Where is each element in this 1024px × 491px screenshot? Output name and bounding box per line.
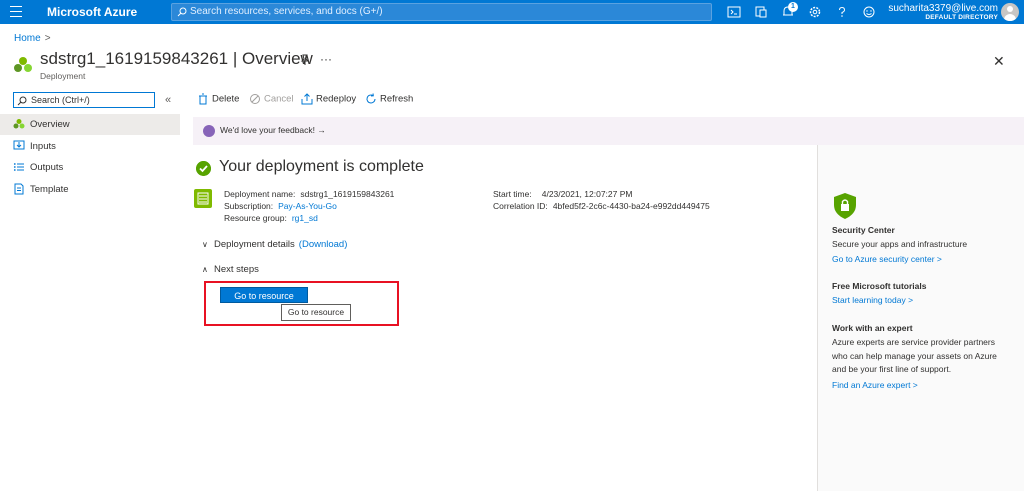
tooltip: Go to resource [281,304,351,321]
feedback-heart-icon [203,125,215,137]
security-center-title: Security Center [832,225,895,235]
user-email: sucharita3379@live.com [888,3,998,14]
sidebar-item-label: Template [30,184,69,195]
correlation-id-value: 4bfed5f2-2c6c-4430-ba24-e992dd449475 [552,201,710,211]
sidebar-item-label: Overview [30,119,70,130]
sidebar-item-template[interactable]: Template [0,179,180,200]
resource-group-link[interactable]: rg1_sd [292,213,318,223]
sidebar-item-overview[interactable]: Overview [0,114,180,135]
page-title: sdstrg1_1619159843261 | Overview [40,49,313,68]
expert-text: Azure experts are service provider partn… [832,337,997,374]
settings-icon[interactable] [808,5,822,19]
chevron-up-icon: ∧ [202,265,208,274]
start-time-row: Start time: 4/23/2021, 12:07:27 PM [493,189,632,199]
inputs-icon [13,140,25,150]
start-time-label: Start time: [493,189,532,199]
deployment-name-value: sdstrg1_1619159843261 [300,189,395,199]
sidebar-search-input[interactable]: Search (Ctrl+/) [13,92,155,108]
resource-group-label: Resource group: [224,213,287,223]
search-placeholder: Search resources, services, and docs (G+… [190,6,383,17]
trash-icon [199,93,207,105]
security-center-link[interactable]: Go to Azure security center > [832,254,942,264]
delete-label: Delete [212,93,240,105]
subscription-label: Subscription: [224,201,274,211]
cancel-button[interactable]: Cancel [249,93,294,105]
feedback-text: We'd love your feedback! → [220,125,326,135]
deployment-status-heading: Your deployment is complete [219,158,424,175]
collapse-sidebar-icon[interactable]: « [165,94,171,106]
breadcrumb-separator: > [44,33,51,44]
sidebar-item-label: Outputs [30,162,64,173]
deployment-icon [194,189,212,208]
user-directory: DEFAULT DIRECTORY [925,14,998,21]
breadcrumb-home[interactable]: Home [14,33,41,44]
redeploy-label: Redeploy [316,93,357,105]
upload-icon [301,93,313,105]
expert-title: Work with an expert [832,323,913,333]
sidebar-item-label: Inputs [30,141,56,152]
success-check-icon [196,161,211,176]
page-subtitle: Deployment [40,71,86,81]
notifications-badge: 1 [788,2,798,12]
sidebar-item-inputs[interactable]: Inputs [0,136,180,157]
correlation-id-row: Correlation ID: 4bfed5f2-2c6c-4430-ba24-e… [493,201,710,211]
sidebar-item-outputs[interactable]: Outputs [0,157,180,178]
outputs-icon [13,163,24,171]
security-center-text: Secure your apps and infrastructure [832,239,968,249]
global-search-input[interactable]: Search resources, services, and docs (G+… [171,3,712,21]
tutorials-link[interactable]: Start learning today > [832,295,913,305]
close-icon[interactable]: ✕ [993,53,1005,70]
template-icon [14,183,24,195]
search-icon [177,7,187,17]
sidebar-search-placeholder: Search (Ctrl+/) [31,95,90,105]
security-shield-icon [834,193,856,219]
brand-name[interactable]: Microsoft Azure [47,5,137,19]
download-link[interactable]: (Download) [299,239,348,250]
deployment-name-row: Deployment name: sdstrg1_1619159843261 [224,189,394,199]
start-time-value: 4/23/2021, 12:07:27 PM [541,189,633,199]
avatar[interactable] [1001,3,1019,21]
chevron-down-icon: ∨ [202,240,208,249]
go-to-resource-button[interactable]: Go to resource [220,287,308,303]
pin-icon[interactable] [299,54,311,66]
right-info-panel: Security Center Secure your apps and inf… [817,145,1024,491]
delete-button[interactable]: Delete [197,93,239,105]
deployment-details-label: Deployment details [214,239,295,250]
refresh-icon [366,93,376,104]
subscription-link[interactable]: Pay-As-You-Go [278,201,337,211]
top-bar: Microsoft Azure Search resources, servic… [0,0,1024,24]
more-options-icon[interactable]: ··· [320,52,332,66]
breadcrumb: Home > [14,33,51,44]
resource-group-row: Resource group: rg1_sd [224,213,318,223]
next-steps-label: Next steps [214,264,259,275]
help-icon[interactable] [835,5,849,19]
search-icon [17,96,27,106]
menu-icon[interactable] [10,6,22,18]
subscription-row: Subscription: Pay-As-You-Go [224,201,337,211]
deployment-resource-icon [14,57,32,72]
deployment-name-label: Deployment name: [224,189,296,199]
cloud-shell-icon[interactable] [727,5,741,19]
redeploy-button[interactable]: Redeploy [301,93,356,105]
correlation-id-label: Correlation ID: [493,201,548,211]
directory-filter-icon[interactable] [754,5,768,19]
cancel-label: Cancel [264,93,294,105]
next-steps-toggle[interactable]: ∧ Next steps [202,264,259,275]
overview-icon [13,119,25,129]
feedback-banner[interactable]: We'd love your feedback! → [193,117,1024,145]
account-menu[interactable]: sucharita3379@live.com DEFAULT DIRECTORY [860,3,998,21]
expert-link[interactable]: Find an Azure expert > [832,380,918,390]
cancel-icon [250,94,260,104]
tutorials-title: Free Microsoft tutorials [832,281,927,291]
refresh-button[interactable]: Refresh [365,93,413,105]
deployment-details-toggle[interactable]: ∨ Deployment details (Download) [202,239,347,250]
refresh-label: Refresh [380,93,414,105]
